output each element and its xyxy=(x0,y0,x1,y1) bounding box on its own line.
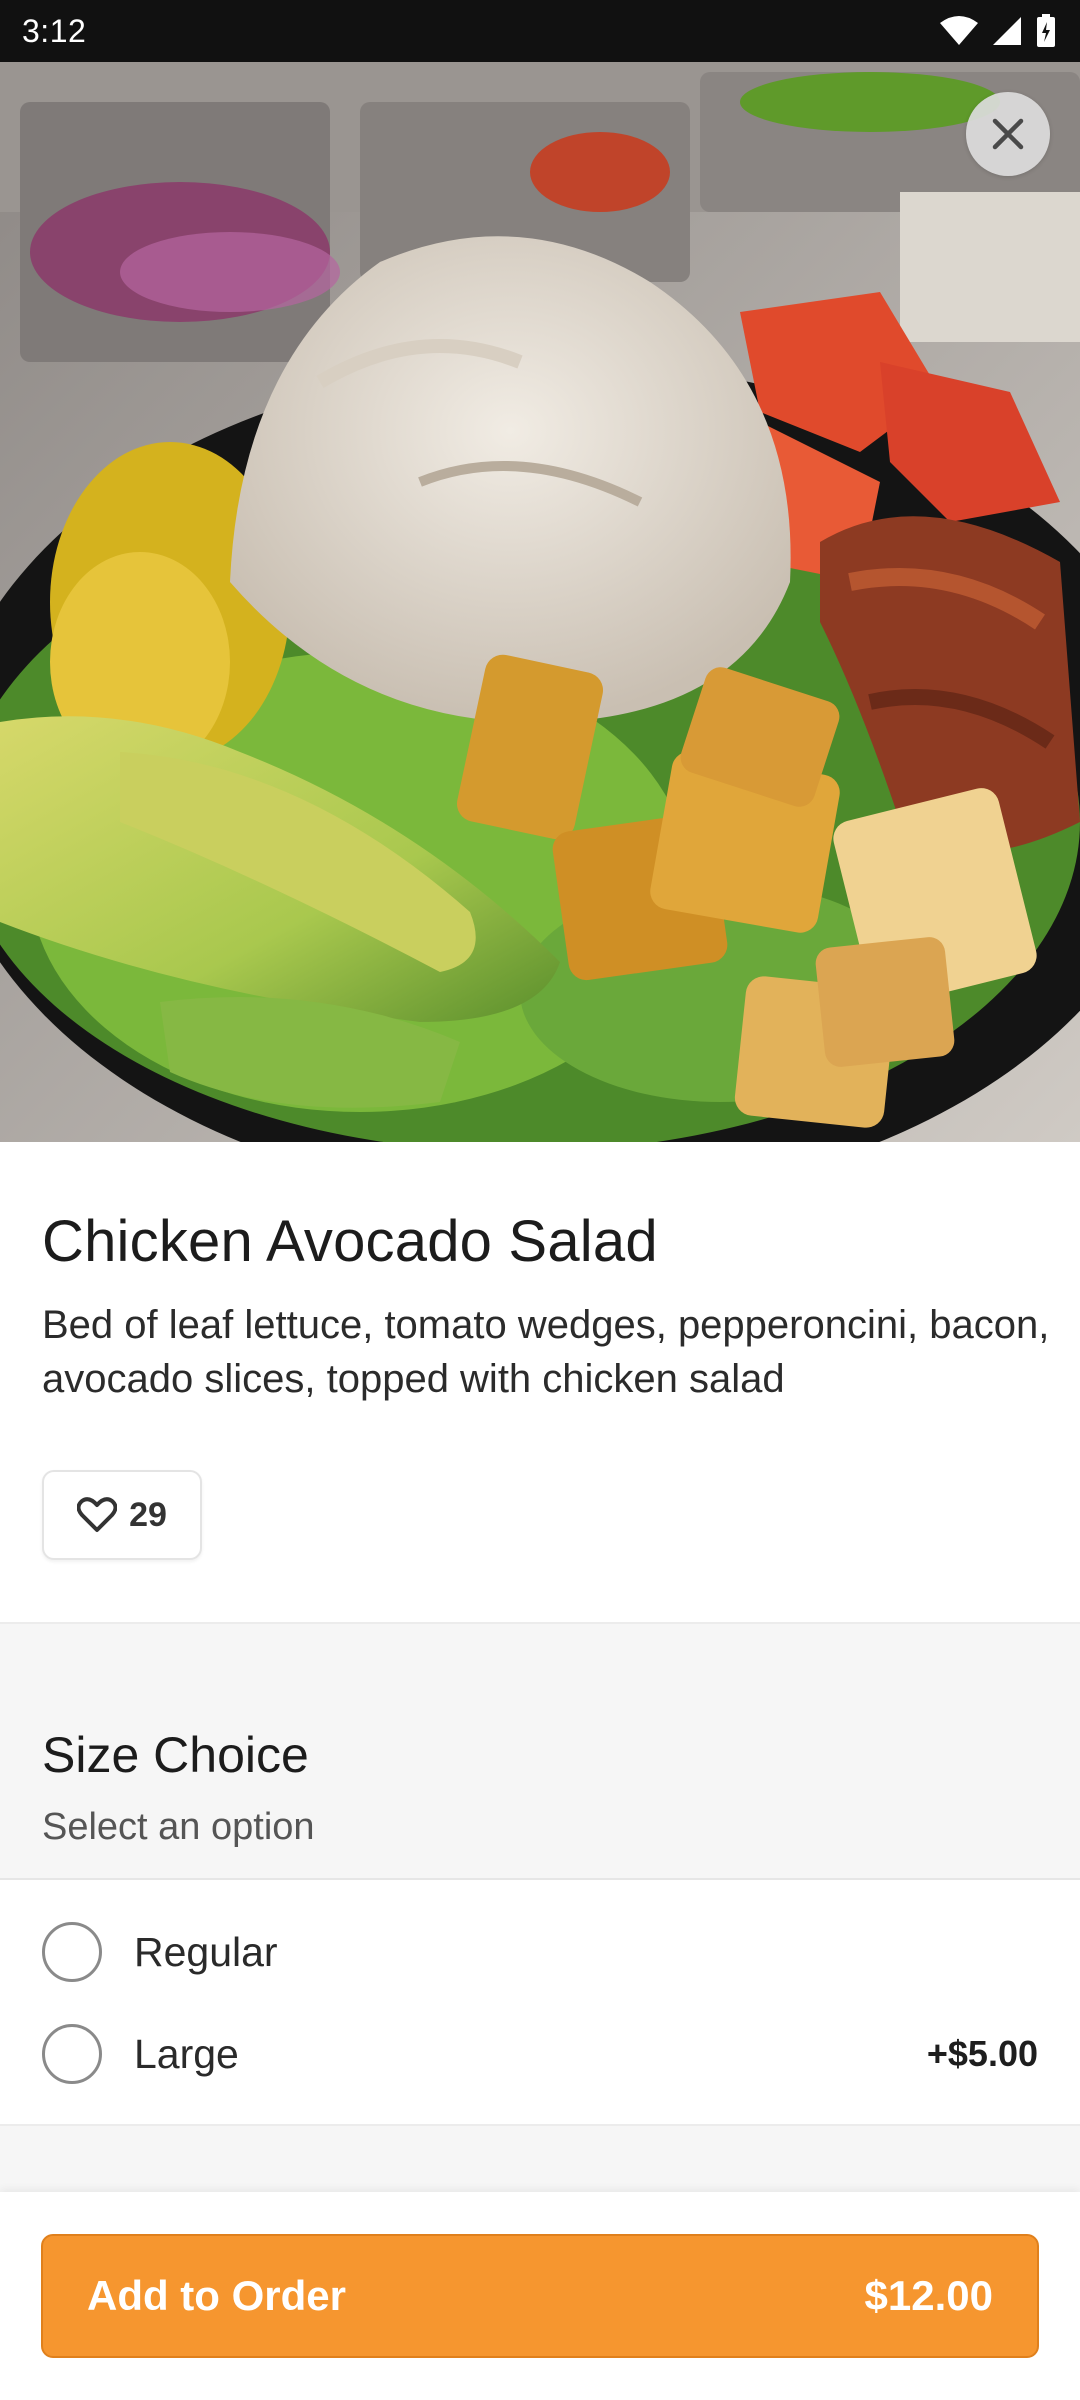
option-regular[interactable]: Regular xyxy=(0,1902,1080,2002)
close-icon xyxy=(992,118,1024,150)
status-bar: 3:12 xyxy=(0,0,1080,62)
item-description: Bed of leaf lettuce, tomato wedges, pepp… xyxy=(42,1303,1050,1401)
footer-bar: Add to Order $12.00 xyxy=(0,2192,1080,2400)
status-time: 3:12 xyxy=(22,12,87,49)
heart-icon xyxy=(77,1497,118,1532)
item-photo xyxy=(0,62,1080,1142)
section-title: Size Choice xyxy=(42,1727,309,1783)
size-options: Regular Large +$5.00 xyxy=(0,1880,1080,2126)
wifi-icon xyxy=(940,16,978,45)
section-subtitle: Select an option xyxy=(42,1806,315,1848)
option-large[interactable]: Large +$5.00 xyxy=(0,2004,1080,2104)
item-title: Chicken Avocado Salad xyxy=(42,1209,658,1274)
like-button[interactable]: 29 xyxy=(42,1470,202,1560)
battery-icon xyxy=(1037,14,1055,47)
add-to-order-label: Add to Order xyxy=(87,2272,346,2319)
cellular-signal-icon xyxy=(993,17,1021,45)
option-label: Regular xyxy=(134,1928,278,1975)
item-detail-screen: 3:12 Chicken Avocado Salad Bed of leaf l… xyxy=(0,0,1080,2400)
close-button[interactable] xyxy=(966,92,1050,176)
order-total-price: $12.00 xyxy=(864,2272,993,2319)
item-info: Chicken Avocado Salad Bed of leaf lettuc… xyxy=(0,1142,1080,1622)
like-count: 29 xyxy=(129,1495,167,1534)
radio-button[interactable] xyxy=(42,2024,102,2084)
option-price: +$5.00 xyxy=(926,2033,1038,2074)
status-icons xyxy=(940,14,1056,48)
section-spacer xyxy=(0,2126,1080,2192)
size-choice-header: Size Choice Select an option xyxy=(0,1622,1080,1880)
radio-button[interactable] xyxy=(42,1922,102,1982)
salad-illustration xyxy=(0,62,1080,1142)
option-label: Large xyxy=(134,2030,239,2077)
add-to-order-button[interactable]: Add to Order $12.00 xyxy=(41,2234,1039,2358)
